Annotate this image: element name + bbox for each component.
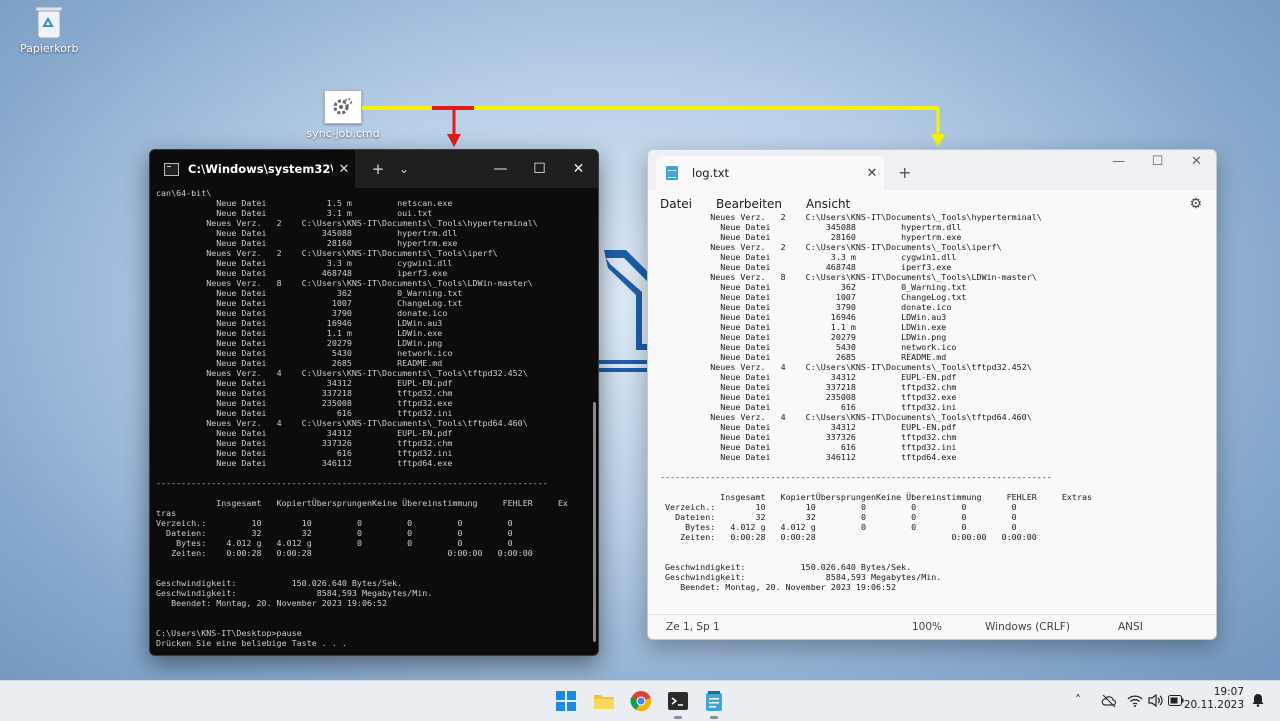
cmd-tab-close-button[interactable]: ✕: [333, 162, 355, 177]
windows-logo-icon: [556, 691, 576, 711]
menu-bearbeiten[interactable]: Bearbeiten: [716, 197, 782, 211]
cmd-output-text: can\64-bit\ Neue Datei 1.5 m netscan.exe…: [156, 188, 568, 648]
recycle-bin-label: Papierkorb: [20, 42, 79, 55]
cmd-close-button[interactable]: ✕: [559, 161, 598, 177]
folder-icon: [594, 695, 614, 709]
chevron-up-icon[interactable]: ˄: [1075, 693, 1081, 707]
system-clock[interactable]: 19:07 20.11.2023: [1184, 686, 1244, 712]
cmd-minimize-button[interactable]: —: [481, 161, 520, 177]
cmd-titlebar[interactable]: C:\Windows\system32\cmd.e: ✕ + ⌄ — ☐ ✕: [150, 150, 598, 188]
chrome-icon: [630, 691, 651, 712]
clock-time: 19:07: [1213, 686, 1244, 698]
cmd-tab[interactable]: C:\Windows\system32\cmd.e: ✕: [150, 150, 355, 188]
file-explorer-button[interactable]: [590, 687, 618, 715]
status-encoding: ANSI: [1118, 621, 1143, 633]
yellow-arrow-head: [931, 134, 945, 147]
cmd-tab-dropdown-button[interactable]: ⌄: [391, 162, 417, 176]
notification-bell-icon[interactable]: [1252, 693, 1264, 707]
taskbar: ˄ 19:07 20.11.2023: [0, 680, 1280, 721]
start-button[interactable]: [552, 687, 580, 715]
notepad-icon: [666, 166, 678, 180]
notepad-maximize-button[interactable]: ☐: [1138, 150, 1177, 174]
menu-ansicht[interactable]: Ansicht: [806, 197, 850, 211]
settings-gear-icon[interactable]: ⚙: [1189, 196, 1202, 212]
notepad-close-button[interactable]: ✕: [1177, 150, 1216, 174]
cmd-output-area[interactable]: can\64-bit\ Neue Datei 1.5 m netscan.exe…: [150, 188, 598, 655]
battery-icon[interactable]: [1168, 695, 1184, 706]
notepad-running-indicator: [710, 716, 718, 719]
red-arrow-head: [447, 134, 461, 147]
terminal-taskbar-button[interactable]: [664, 687, 692, 719]
notepad-tab[interactable]: log.txt ✕: [656, 156, 884, 190]
notepad-text-area[interactable]: Neues Verz. 2 C:\Users\KNS-IT\Documents\…: [660, 212, 1216, 608]
recycle-bin-icon: [34, 4, 64, 40]
flow-arrows: [362, 106, 945, 147]
clock-date: 20.11.2023: [1183, 699, 1244, 711]
wifi-icon[interactable]: [1127, 694, 1143, 707]
notepad-content-text: Neues Verz. 2 C:\Users\KNS-IT\Documents\…: [660, 212, 1093, 592]
cmd-scrollbar[interactable]: [593, 402, 596, 642]
terminal-running-indicator: [674, 716, 682, 719]
notepad-taskbar-button[interactable]: [700, 687, 728, 719]
cmd-new-tab-button[interactable]: +: [365, 160, 391, 178]
status-cursor-position: Ze 1, Sp 1: [666, 621, 720, 633]
terminal-icon: [164, 162, 179, 176]
cloud-offline-icon[interactable]: [1101, 694, 1117, 708]
cmd-maximize-button[interactable]: ☐: [520, 161, 559, 177]
chrome-button[interactable]: [627, 687, 655, 715]
status-zoom: 100%: [912, 621, 943, 633]
status-line-ending: Windows (CRLF): [985, 621, 1070, 633]
notepad-minimize-button[interactable]: —: [1099, 150, 1138, 174]
cmd-window[interactable]: C:\Windows\system32\cmd.e: ✕ + ⌄ — ☐ ✕ c…: [149, 149, 599, 656]
speaker-icon[interactable]: [1148, 694, 1163, 707]
sync-job-label: sync-job.cmd: [306, 127, 380, 140]
gear-file-icon: [324, 90, 362, 124]
sync-job-desktop-icon[interactable]: sync-job.cmd: [306, 90, 380, 140]
cmd-tab-title: C:\Windows\system32\cmd.e:: [188, 162, 333, 176]
notepad-window[interactable]: log.txt ✕ + — ☐ ✕ Datei Bearbeiten Ansic…: [647, 149, 1217, 640]
notepad-tab-close-button[interactable]: ✕: [860, 166, 884, 181]
terminal-icon: [668, 692, 688, 710]
menu-datei[interactable]: Datei: [660, 197, 692, 211]
notepad-new-tab-button[interactable]: +: [898, 163, 911, 182]
notepad-app-icon: [706, 691, 722, 711]
recycle-bin-desktop-icon[interactable]: Papierkorb: [20, 4, 78, 55]
notepad-titlebar[interactable]: log.txt ✕ + — ☐ ✕: [648, 150, 1216, 190]
notepad-statusbar: Ze 1, Sp 1 100% Windows (CRLF) ANSI: [648, 614, 1216, 639]
notepad-tab-title: log.txt: [692, 166, 730, 180]
